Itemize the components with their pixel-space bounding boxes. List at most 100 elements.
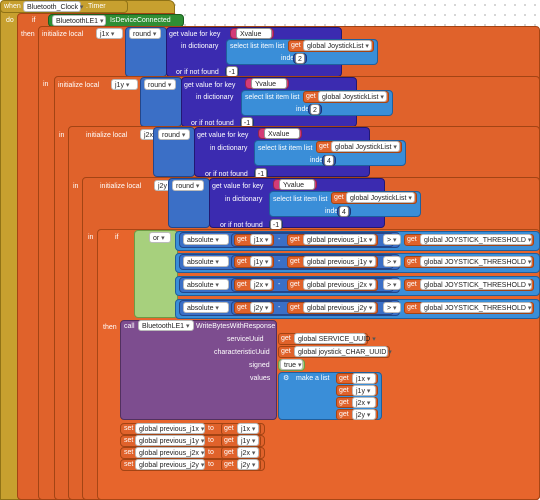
in-dictionary-label: in dictionary	[225, 196, 263, 203]
get-label: get	[224, 461, 234, 468]
key-string[interactable]: Xvalue	[264, 128, 300, 139]
key-string[interactable]: Yvalue	[279, 179, 315, 190]
round-dropdown[interactable]: round	[129, 28, 161, 39]
set-target-var[interactable]: global previous_j2x	[135, 447, 205, 458]
local-var[interactable]: j1x	[250, 234, 272, 245]
set-label: set	[124, 437, 134, 444]
previous-var[interactable]: global previous_j1y	[303, 256, 376, 267]
local-j1x-name[interactable]: j1x	[96, 28, 123, 39]
key-string[interactable]: Yvalue	[251, 78, 287, 89]
joysticklist-var[interactable]: global JoystickList	[303, 40, 372, 51]
joysticklist-var[interactable]: global JoystickList	[318, 91, 387, 102]
signed-label: signed	[249, 362, 270, 369]
char-uuid-label: characteristicUuid	[214, 349, 270, 356]
get-label: get	[319, 143, 329, 150]
index-value[interactable]: 2	[310, 104, 320, 115]
compare-operator[interactable]: >	[383, 302, 401, 313]
get-label: get	[237, 236, 247, 243]
get-label: get	[281, 348, 291, 355]
get-label: get	[407, 258, 417, 265]
index-value[interactable]: 4	[339, 206, 349, 217]
service-uuid-var[interactable]: global SERVICE_UUID	[294, 333, 370, 344]
set-target-var[interactable]: global previous_j1y	[135, 435, 205, 446]
get-label: get	[237, 304, 247, 311]
list-item-var[interactable]: j2y	[352, 409, 376, 420]
call-component-dropdown[interactable]: BluetoothLE1	[138, 320, 194, 331]
local-var[interactable]: j2y	[250, 302, 272, 313]
index-value[interactable]: 4	[324, 155, 334, 166]
init-local-label: initialize local	[42, 31, 84, 38]
threshold-var[interactable]: global JOYSTICK_THRESHOLD	[420, 234, 532, 245]
joysticklist-var[interactable]: global JoystickList	[346, 192, 415, 203]
absolute-dropdown[interactable]: absolute	[183, 302, 229, 313]
is-connected-method-label: IsDeviceConnected	[110, 17, 171, 24]
threshold-var[interactable]: global JOYSTICK_THRESHOLD	[420, 279, 532, 290]
compare-operator[interactable]: >	[383, 256, 401, 267]
previous-var[interactable]: global previous_j1x	[303, 234, 376, 245]
do-label: do	[6, 17, 14, 24]
in-dictionary-label: in dictionary	[181, 43, 219, 50]
source-var[interactable]: j2y	[237, 459, 259, 470]
get-label: get	[339, 411, 349, 418]
joysticklist-var[interactable]: global JoystickList	[331, 141, 400, 152]
local-j1y-name[interactable]: j1y	[111, 79, 138, 90]
get-label: get	[224, 449, 234, 456]
get-label: get	[334, 194, 344, 201]
to-label: to	[208, 449, 214, 456]
round-dropdown[interactable]: round	[158, 129, 190, 140]
source-var[interactable]: j1x	[237, 423, 259, 434]
get-label: get	[224, 425, 234, 432]
get-label: get	[407, 281, 417, 288]
index-value[interactable]: 2	[295, 53, 305, 64]
list-item-var[interactable]: j2x	[352, 397, 376, 408]
in-dictionary-label: in dictionary	[210, 145, 248, 152]
round-dropdown[interactable]: round	[172, 180, 204, 191]
signed-value[interactable]: true	[280, 359, 303, 370]
previous-var[interactable]: global previous_j2y	[303, 302, 376, 313]
minus-label: -	[278, 281, 281, 288]
round-dropdown[interactable]: round	[144, 79, 176, 90]
get-value-label: get value for key	[184, 82, 236, 89]
get-label: get	[237, 258, 247, 265]
get-value-label: get value for key	[169, 31, 221, 38]
set-label: set	[124, 449, 134, 456]
event-component-dropdown[interactable]: Bluetooth_Clock	[23, 1, 81, 12]
char-uuid-var[interactable]: global joystick_CHAR_UUID	[294, 346, 388, 357]
absolute-dropdown[interactable]: absolute	[183, 279, 229, 290]
compare-operator[interactable]: >	[383, 279, 401, 290]
init-local-label: initialize local	[86, 132, 128, 139]
minus-label: -	[278, 258, 281, 265]
source-var[interactable]: j2x	[237, 447, 259, 458]
call-label: call	[124, 323, 135, 330]
minus-label: -	[278, 236, 281, 243]
absolute-dropdown[interactable]: absolute	[183, 256, 229, 267]
get-label: get	[339, 387, 349, 394]
is-connected-component-dropdown[interactable]: BluetoothLE1	[52, 15, 106, 26]
compare-operator[interactable]: >	[383, 234, 401, 245]
set-target-var[interactable]: global previous_j1x	[135, 423, 205, 434]
in-label: in	[88, 234, 94, 241]
previous-var[interactable]: global previous_j2x	[303, 279, 376, 290]
absolute-dropdown[interactable]: absolute	[183, 234, 229, 245]
if-label: if	[32, 17, 36, 24]
threshold-var[interactable]: global JOYSTICK_THRESHOLD	[420, 256, 532, 267]
select-list-label: select list item list	[273, 196, 328, 203]
list-item-var[interactable]: j1x	[352, 373, 376, 384]
minus-label: -	[278, 304, 281, 311]
key-string[interactable]: Xvalue	[236, 28, 272, 39]
source-var[interactable]: j1y	[237, 435, 259, 446]
settings-gear-icon[interactable]: ⚙	[283, 374, 289, 383]
local-var[interactable]: j2x	[250, 279, 272, 290]
threshold-var[interactable]: global JOYSTICK_THRESHOLD	[420, 302, 532, 313]
then-label: then	[21, 31, 35, 38]
local-var[interactable]: j1y	[250, 256, 272, 267]
set-target-var[interactable]: global previous_j2y	[135, 459, 205, 470]
get-label: get	[339, 375, 349, 382]
list-item-var[interactable]: j1y	[352, 385, 376, 396]
get-label: get	[281, 335, 291, 342]
in-label: in	[43, 81, 49, 88]
get-label: get	[290, 236, 300, 243]
select-list-label: select list item list	[230, 43, 285, 50]
or-dropdown[interactable]: or	[149, 232, 171, 243]
when-label: when	[4, 3, 21, 10]
